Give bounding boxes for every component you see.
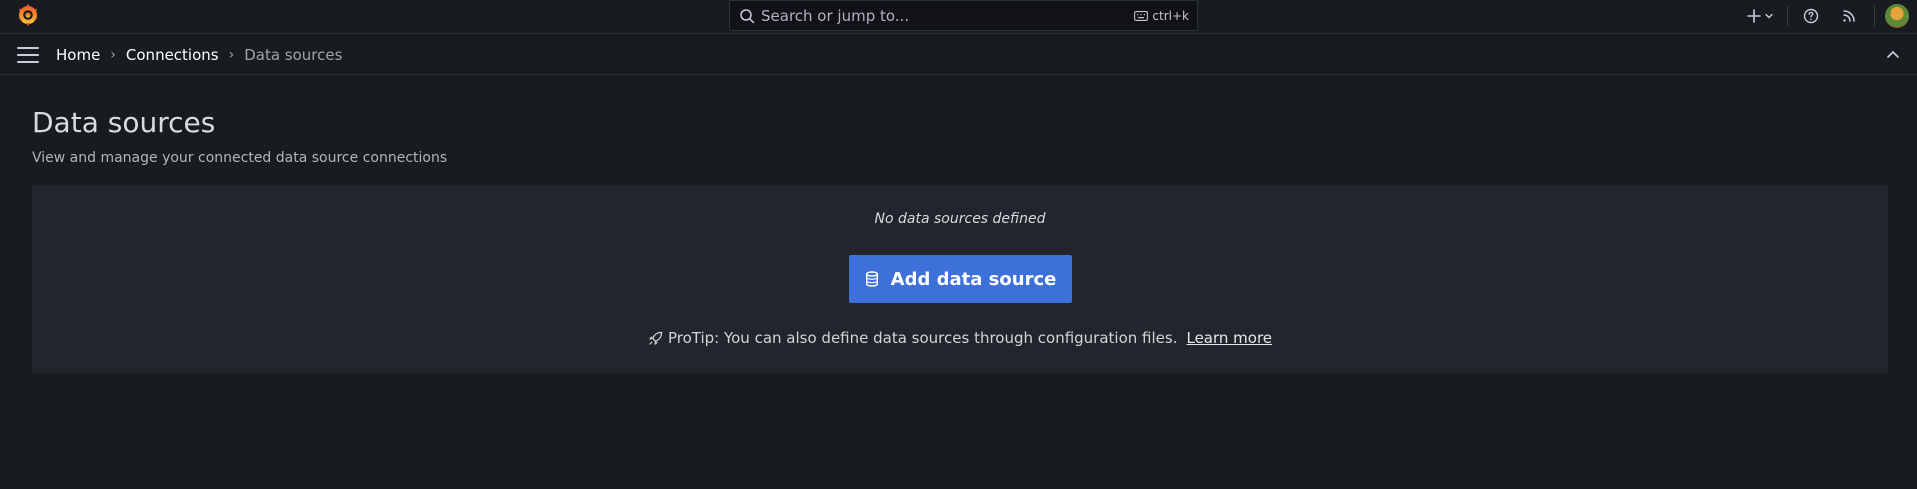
new-button[interactable]	[1741, 0, 1779, 31]
breadcrumb-separator-icon: ›	[110, 46, 116, 63]
breadcrumb-data-sources: Data sources	[244, 45, 343, 64]
hamburger-icon	[17, 46, 39, 49]
menu-button[interactable]	[17, 46, 39, 63]
database-icon	[865, 271, 878, 287]
breadcrumb-separator-icon: ›	[228, 46, 235, 63]
add-data-source-label: Add data source	[890, 268, 1057, 290]
add-data-source-button[interactable]: Add data source	[849, 255, 1072, 303]
page-title: Data sources	[32, 106, 216, 139]
search-input[interactable]	[761, 6, 1135, 25]
hamburger-icon	[17, 60, 39, 63]
search-bar[interactable]: ctrl+k	[729, 0, 1198, 31]
breadcrumb-home[interactable]: Home	[56, 46, 100, 64]
toolbar-divider	[1787, 5, 1788, 26]
breadcrumb: Home › Connections › Data sources	[56, 46, 342, 64]
hamburger-icon	[17, 53, 39, 56]
help-button[interactable]	[1798, 0, 1824, 31]
protip-text: ProTip: You can also define data sources…	[667, 329, 1178, 347]
protip: ProTip: You can also define data sources…	[32, 329, 1888, 347]
keyboard-icon	[1134, 10, 1149, 21]
top-right-actions	[1741, 0, 1917, 31]
search-icon	[740, 8, 755, 23]
grafana-logo-icon[interactable]	[16, 3, 40, 27]
help-icon	[1803, 8, 1819, 23]
news-button[interactable]	[1836, 0, 1862, 31]
rocket-icon	[649, 331, 663, 345]
chevron-down-icon	[1764, 13, 1773, 18]
empty-state-message: No data sources defined	[874, 211, 1046, 227]
search-shortcut: ctrl+k	[1134, 9, 1189, 23]
breadcrumb-connections[interactable]: Connections	[126, 46, 219, 64]
chevron-up-icon[interactable]	[1885, 47, 1901, 63]
top-bar: ctrl+k	[0, 0, 1917, 34]
nav-bar: Home › Connections › Data sources	[0, 35, 1917, 75]
toolbar-divider	[1874, 5, 1875, 26]
empty-state-card: No data sources defined Add data source …	[32, 185, 1888, 373]
plus-icon	[1746, 8, 1761, 23]
avatar[interactable]	[1885, 3, 1909, 28]
shortcut-label: ctrl+k	[1152, 8, 1189, 23]
page-subtitle: View and manage your connected data sour…	[32, 150, 448, 166]
learn-more-link[interactable]: Learn more	[1186, 329, 1272, 347]
rss-icon	[1843, 9, 1855, 22]
